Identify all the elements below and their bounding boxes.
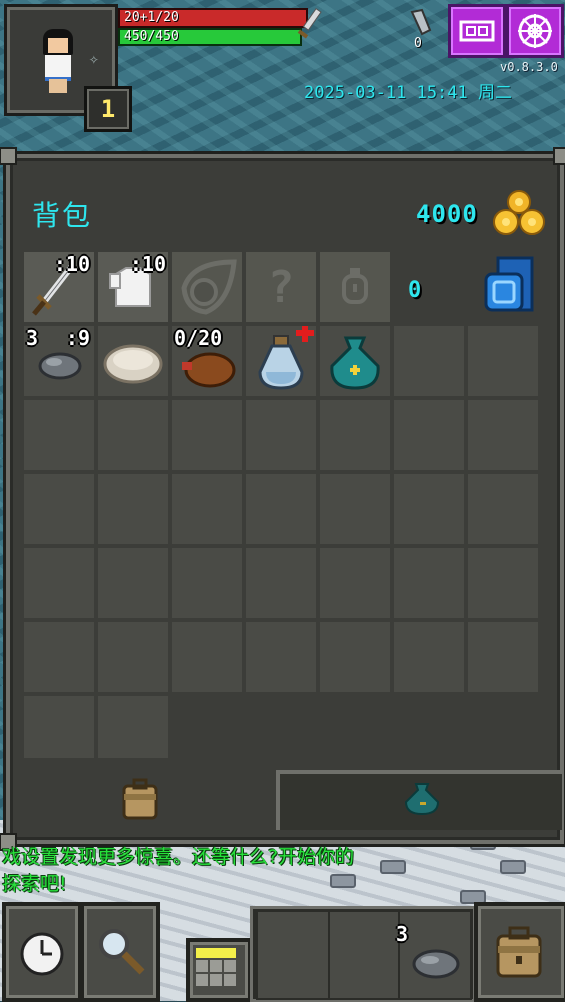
- window-corner: [0, 147, 17, 165]
- armor-slot[interactable]: :10: [98, 252, 168, 322]
- svg-text:?: ?: [268, 262, 295, 313]
- inventory-slot[interactable]: [468, 326, 538, 396]
- inventory-slot[interactable]: [24, 696, 94, 766]
- inventory-quick-button[interactable]: [186, 938, 252, 1002]
- inventory-slot[interactable]: [98, 400, 168, 470]
- pouch-tab[interactable]: [276, 770, 562, 830]
- experience-text: 450/450: [124, 29, 179, 44]
- inventory-slot[interactable]: [394, 622, 464, 692]
- floor-rock: [500, 860, 526, 874]
- message-line: 探索吧!: [2, 873, 67, 895]
- quickslot-2[interactable]: [328, 910, 402, 1000]
- ring-slot[interactable]: [320, 252, 390, 322]
- quickslot-1[interactable]: [256, 910, 330, 1000]
- inventory-slot[interactable]: [98, 696, 168, 766]
- experience-bar: 450/450: [118, 28, 302, 46]
- inventory-slot[interactable]: [172, 622, 242, 692]
- inventory-slot[interactable]: [246, 548, 316, 618]
- inventory-slot[interactable]: [246, 400, 316, 470]
- wait-clock-icon: [20, 932, 64, 976]
- backpack-icon: [496, 926, 542, 978]
- inventory-slot[interactable]: [24, 548, 94, 618]
- empty-ring-slot-icon: [342, 268, 368, 304]
- buff-icon: ✧: [89, 49, 99, 68]
- search-button[interactable]: [80, 902, 160, 1002]
- healing-potion-icon: [258, 324, 314, 390]
- quickslot-3[interactable]: 3: [396, 910, 472, 1000]
- inventory-slot[interactable]: [24, 622, 94, 692]
- inventory-slot[interactable]: [98, 548, 168, 618]
- inventory-slot[interactable]: [98, 474, 168, 544]
- storage-bag-icon[interactable]: [480, 254, 540, 316]
- inventory-slot[interactable]: [394, 474, 464, 544]
- version-label: v0.8.3.0: [500, 60, 558, 74]
- level-badge: 1: [84, 86, 132, 132]
- misc-slot[interactable]: ?: [246, 252, 316, 322]
- window-corner: [553, 147, 565, 165]
- grid-inventory-icon: [196, 948, 236, 986]
- settings-button[interactable]: [506, 4, 564, 58]
- wait-button[interactable]: [2, 902, 82, 1002]
- healing-potion-item[interactable]: [246, 324, 316, 396]
- seed-pouch-icon: [404, 783, 440, 816]
- waterskin-item[interactable]: 0/20: [172, 326, 242, 396]
- inventory-slot[interactable]: [394, 548, 464, 618]
- pasty-icon: [103, 344, 163, 384]
- inventory-slot[interactable]: [320, 474, 390, 544]
- hero-sprite: [37, 29, 79, 95]
- gold-count: 4000: [416, 200, 478, 228]
- empty-artifact-slot-icon: [181, 259, 237, 315]
- seed-pouch-item[interactable]: [320, 326, 390, 396]
- inventory-slot[interactable]: [246, 622, 316, 692]
- settings-icon: [518, 14, 552, 48]
- artifact-slot[interactable]: [172, 252, 242, 322]
- inventory-slot[interactable]: [98, 622, 168, 692]
- quickslot-count: 3: [396, 922, 409, 946]
- inventory-slot[interactable]: [394, 326, 464, 396]
- message-line: 戏设置发现更多惊喜。还等什么?开始你的: [2, 846, 355, 868]
- health-bar: 20+1/20: [118, 8, 308, 28]
- message-log: 戏设置发现更多惊喜。还等什么?开始你的 探索吧!: [2, 844, 472, 898]
- inventory-slot[interactable]: [320, 622, 390, 692]
- inventory-slot[interactable]: [468, 400, 538, 470]
- sword-icon[interactable]: [292, 6, 322, 46]
- empty-misc-slot-icon: ?: [268, 262, 295, 313]
- inventory-slot[interactable]: [24, 400, 94, 470]
- inventory-slot[interactable]: [468, 548, 538, 618]
- stones-item[interactable]: 3 :9: [24, 326, 94, 396]
- stones-upgrade: :9: [65, 326, 90, 350]
- weapon-slot[interactable]: :10: [24, 252, 94, 322]
- inventory-slot[interactable]: [172, 474, 242, 544]
- inventory-slot[interactable]: [468, 474, 538, 544]
- seed-pouch-icon: [330, 336, 380, 390]
- inventory-slot[interactable]: [172, 548, 242, 618]
- inventory-slot[interactable]: [320, 548, 390, 618]
- special-item-count: 0: [408, 278, 422, 303]
- inventory-slot[interactable]: [24, 474, 94, 544]
- datetime-label: 2025-03-11 15:41 周二: [304, 83, 512, 103]
- backpack-window: 背包 4000 :10 :10 ? 0 3:9 0/20: [0, 147, 565, 851]
- stones-icon: [412, 949, 460, 979]
- backpack-tab[interactable]: [14, 758, 272, 830]
- health-text: 20+1/20: [124, 10, 179, 25]
- backpack-icon: [122, 778, 158, 820]
- backpack-button[interactable]: [474, 902, 565, 1002]
- waterskin-charges: 0/20: [174, 326, 223, 350]
- weapon-upgrade-count: :10: [53, 252, 90, 276]
- backpack-title: 背包: [32, 199, 93, 232]
- inventory-slot[interactable]: [468, 622, 538, 692]
- pasty-item[interactable]: [98, 326, 168, 396]
- journal-button[interactable]: [448, 4, 506, 58]
- armor-upgrade-count: :10: [129, 252, 166, 276]
- gold-icon: [493, 190, 545, 235]
- inventory-slot[interactable]: [172, 400, 242, 470]
- journal-icon: [459, 20, 495, 42]
- stones-quantity: 3: [26, 326, 39, 350]
- inventory-slot[interactable]: [246, 474, 316, 544]
- inventory-slot[interactable]: [320, 400, 390, 470]
- inventory-slot[interactable]: [394, 400, 464, 470]
- search-magnifier-icon: [99, 929, 145, 975]
- key-count: 0: [414, 36, 422, 51]
